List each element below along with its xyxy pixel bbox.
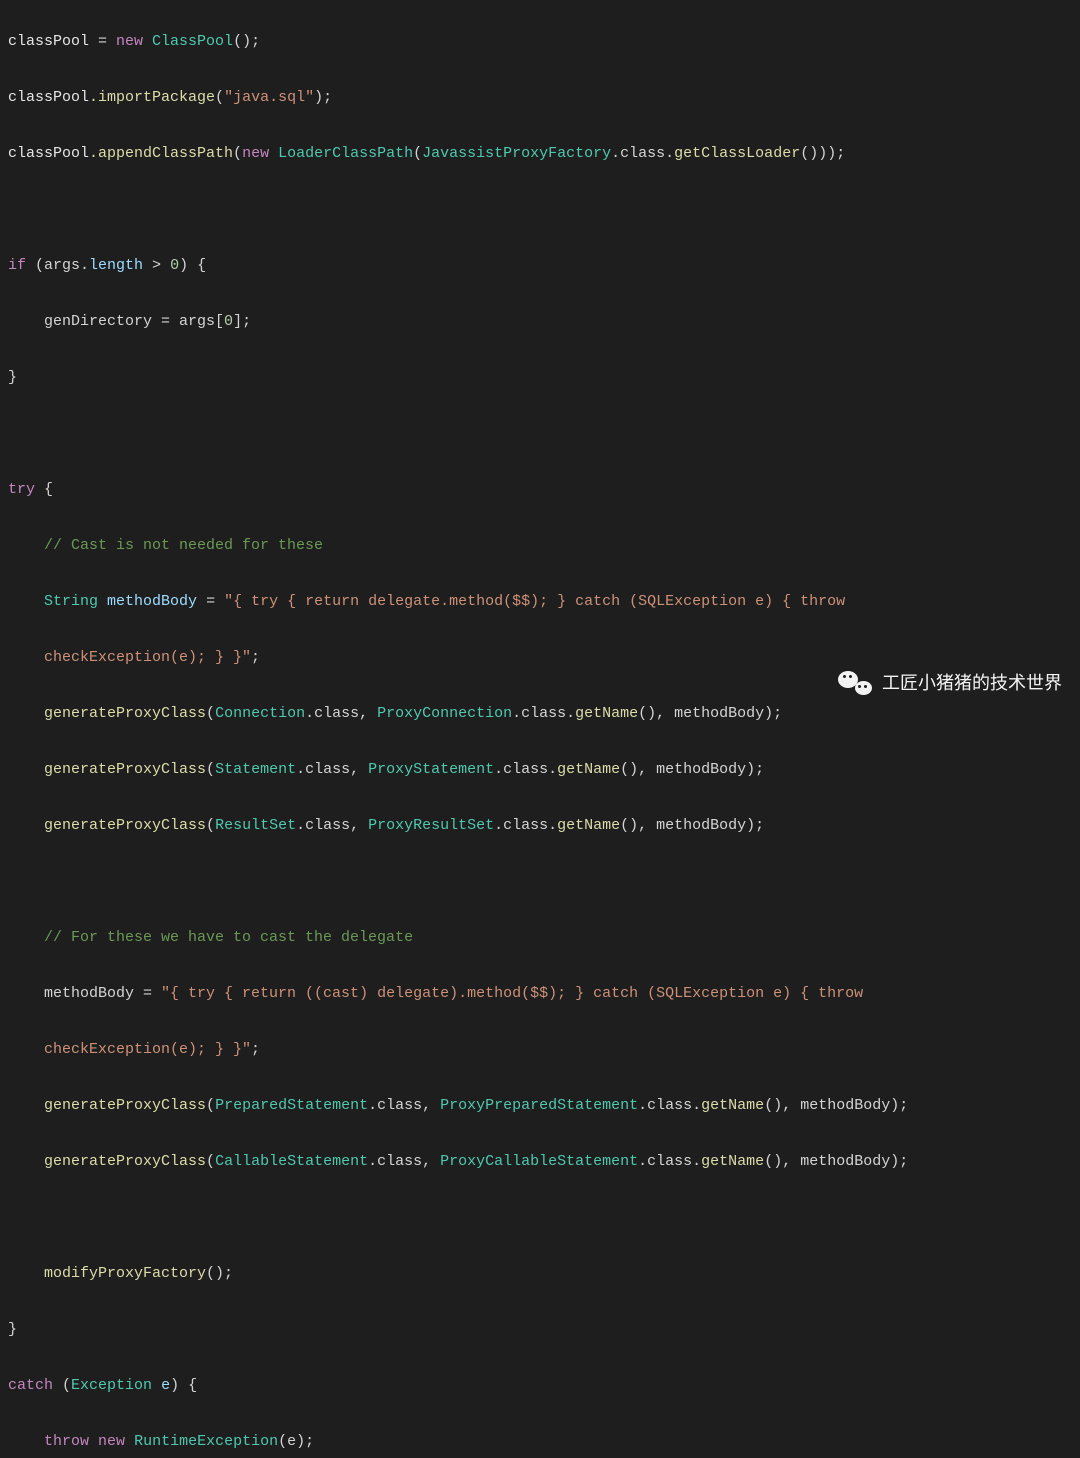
code-line: classPool.importPackage("java.sql"); xyxy=(8,84,1072,112)
code-line: classPool = new ClassPool(); xyxy=(8,28,1072,56)
code-line: // For these we have to cast the delegat… xyxy=(8,924,1072,952)
code-line: generateProxyClass(ResultSet.class, Prox… xyxy=(8,812,1072,840)
code-line: generateProxyClass(CallableStatement.cla… xyxy=(8,1148,1072,1176)
code-line: } xyxy=(8,364,1072,392)
code-line: if (args.length > 0) { xyxy=(8,252,1072,280)
code-line: try { xyxy=(8,476,1072,504)
code-blank xyxy=(8,868,1072,896)
code-line: generateProxyClass(Statement.class, Prox… xyxy=(8,756,1072,784)
code-line: generateProxyClass(PreparedStatement.cla… xyxy=(8,1092,1072,1120)
code-line: modifyProxyFactory(); xyxy=(8,1260,1072,1288)
code-line: // Cast is not needed for these xyxy=(8,532,1072,560)
code-line: String methodBody = "{ try { return dele… xyxy=(8,588,1072,616)
code-line: throw new RuntimeException(e); xyxy=(8,1428,1072,1456)
wechat-icon xyxy=(838,669,872,697)
code-line: classPool.appendClassPath(new LoaderClas… xyxy=(8,140,1072,168)
code-line: genDirectory = args[0]; xyxy=(8,308,1072,336)
code-line: generateProxyClass(Connection.class, Pro… xyxy=(8,700,1072,728)
watermark: 工匠小猪猪的技术世界 xyxy=(838,669,1062,697)
code-line: } xyxy=(8,1316,1072,1344)
code-blank xyxy=(8,420,1072,448)
code-line: methodBody = "{ try { return ((cast) del… xyxy=(8,980,1072,1008)
code-editor: classPool = new ClassPool(); classPool.i… xyxy=(8,0,1072,1458)
watermark-text: 工匠小猪猪的技术世界 xyxy=(882,669,1062,697)
code-blank xyxy=(8,196,1072,224)
code-line: catch (Exception e) { xyxy=(8,1372,1072,1400)
code-line: checkException(e); } }"; xyxy=(8,1036,1072,1064)
code-blank xyxy=(8,1204,1072,1232)
code-line: checkException(e); } }"; xyxy=(8,644,1072,672)
